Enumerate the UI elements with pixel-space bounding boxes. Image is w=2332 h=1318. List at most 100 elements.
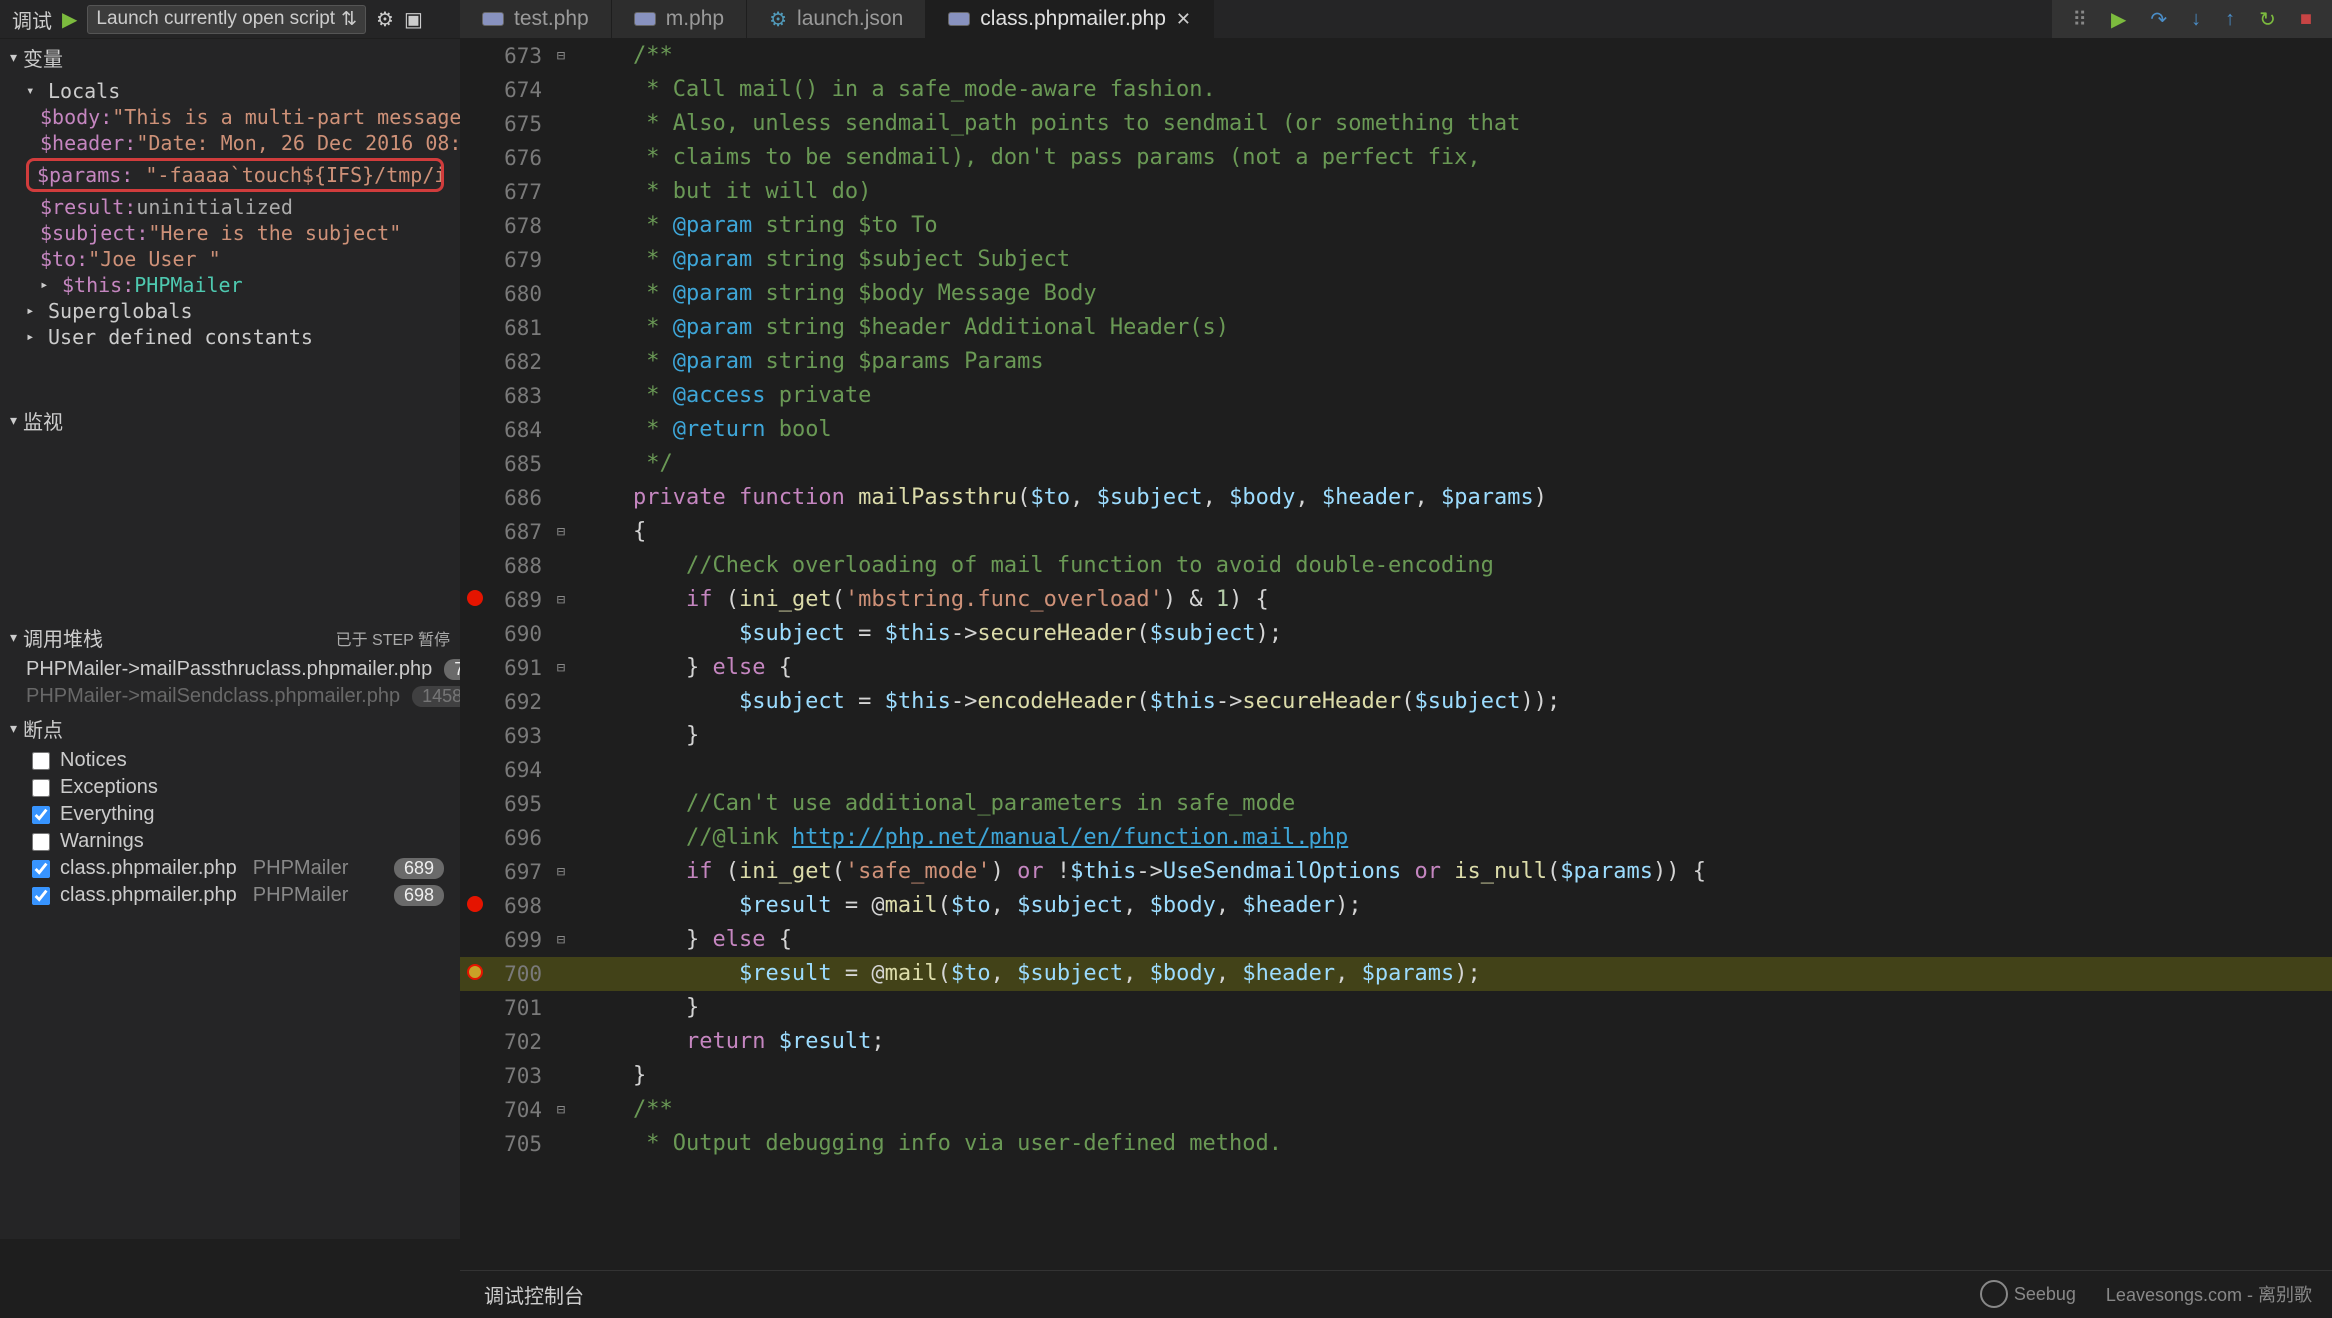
code-content: } else { — [572, 651, 792, 685]
code-content: * @param string $body Message Body — [572, 277, 1097, 311]
close-icon[interactable]: ✕ — [1176, 9, 1191, 30]
code-content: $result = @mail($to, $subject, $body, $h… — [572, 957, 1481, 991]
code-line-695[interactable]: 695 //Can't use additional_parameters in… — [460, 787, 2332, 821]
breakpoint-item[interactable]: Notices — [0, 747, 460, 774]
breakpoint-label: Everything — [60, 803, 155, 826]
json-icon: ⚙ — [769, 7, 787, 32]
fold-gutter[interactable]: ⊟ — [550, 39, 572, 73]
callstack-section-header[interactable]: ▾ 调用堆栈 已于 STEP 暂停 — [0, 619, 460, 656]
step-over-icon[interactable]: ↷ — [2150, 7, 2167, 32]
code-line-673[interactable]: 673⊟ /** — [460, 39, 2332, 73]
code-line-688[interactable]: 688 //Check overloading of mail function… — [460, 549, 2332, 583]
code-line-701[interactable]: 701 } — [460, 991, 2332, 1025]
tab-launch-json[interactable]: ⚙launch.json — [747, 0, 926, 38]
credit-text: Leavesongs.com - 离别歌 — [2106, 1281, 2312, 1307]
variable-body[interactable]: $body: "This is a multi-part message in … — [0, 104, 460, 130]
breakpoint-checkbox[interactable] — [32, 833, 50, 851]
code-line-681[interactable]: 681 * @param string $header Additional H… — [460, 311, 2332, 345]
code-line-703[interactable]: 703 } — [460, 1059, 2332, 1093]
code-line-694[interactable]: 694 — [460, 753, 2332, 787]
code-line-682[interactable]: 682 * @param string $params Params — [460, 345, 2332, 379]
continue-icon[interactable]: ▶ — [2111, 7, 2126, 32]
code-editor[interactable]: 673⊟ /**674 * Call mail() in a safe_mode… — [460, 39, 2332, 1239]
code-line-676[interactable]: 676 * claims to be sendmail), don't pass… — [460, 141, 2332, 175]
breakpoint-item[interactable]: Everything — [0, 801, 460, 828]
breakpoint-checkbox[interactable] — [32, 860, 50, 878]
code-content: if (ini_get('safe_mode') or !$this->UseS… — [572, 855, 1706, 889]
variable-header[interactable]: $header: "Date: Mon, 26 Dec 2016 08:47:5… — [0, 130, 460, 156]
gear-icon[interactable]: ⚙ — [376, 7, 394, 32]
variable-result[interactable]: $result: uninitialized — [0, 194, 460, 220]
callstack-frame[interactable]: PHPMailer->mailPassthruclass.phpmailer.p… — [0, 656, 460, 683]
code-line-674[interactable]: 674 * Call mail() in a safe_mode-aware f… — [460, 73, 2332, 107]
step-into-icon[interactable]: ↓ — [2191, 8, 2201, 31]
code-line-692[interactable]: 692 $subject = $this->encodeHeader($this… — [460, 685, 2332, 719]
code-line-698[interactable]: 698 $result = @mail($to, $subject, $body… — [460, 889, 2332, 923]
step-out-icon[interactable]: ↑ — [2225, 8, 2235, 31]
breakpoint-checkbox[interactable] — [32, 806, 50, 824]
breakpoint-gutter[interactable] — [460, 957, 490, 991]
variable-subject[interactable]: $subject: "Here is the subject" — [0, 220, 460, 246]
breakpoint-gutter[interactable] — [460, 583, 490, 617]
fold-gutter[interactable]: ⊟ — [550, 1093, 572, 1127]
fold-gutter[interactable]: ⊟ — [550, 923, 572, 957]
breakpoints-section-header[interactable]: ▾ 断点 — [0, 710, 460, 747]
userconst-group[interactable]: ▸ User defined constants — [0, 324, 460, 350]
code-line-697[interactable]: 697⊟ if (ini_get('safe_mode') or !$this-… — [460, 855, 2332, 889]
code-line-686[interactable]: 686 private function mailPassthru($to, $… — [460, 481, 2332, 515]
restart-icon[interactable]: ↻ — [2259, 7, 2276, 32]
fold-gutter[interactable]: ⊟ — [550, 583, 572, 617]
breakpoint-item[interactable]: Warnings — [0, 828, 460, 855]
line-number: 674 — [490, 73, 550, 107]
breakpoint-checkbox[interactable] — [32, 887, 50, 905]
fold-gutter[interactable]: ⊟ — [550, 651, 572, 685]
tab-m-php[interactable]: m.php — [612, 0, 747, 38]
code-line-700[interactable]: 700 $result = @mail($to, $subject, $body… — [460, 957, 2332, 991]
code-content: { — [572, 515, 646, 549]
code-line-678[interactable]: 678 * @param string $to To — [460, 209, 2332, 243]
tab-test-php[interactable]: test.php — [460, 0, 612, 38]
code-line-702[interactable]: 702 return $result; — [460, 1025, 2332, 1059]
fold-gutter[interactable]: ⊟ — [550, 855, 572, 889]
tab-class-phpmailer-php[interactable]: class.phpmailer.php✕ — [926, 0, 1214, 38]
code-line-696[interactable]: 696 //@link http://php.net/manual/en/fun… — [460, 821, 2332, 855]
variable-params[interactable]: $params: "-faaaa`touch${IFS}/tmp/id`aaa@… — [26, 158, 444, 192]
breakpoint-gutter[interactable] — [460, 889, 490, 923]
code-line-680[interactable]: 680 * @param string $body Message Body — [460, 277, 2332, 311]
code-line-691[interactable]: 691⊟ } else { — [460, 651, 2332, 685]
code-line-687[interactable]: 687⊟ { — [460, 515, 2332, 549]
drag-handle-icon[interactable]: ⠿ — [2072, 7, 2087, 32]
debug-console-icon[interactable]: ▣ — [404, 7, 423, 32]
debug-controls-left: 调试 ▶ Launch currently open script ⇅ ⚙ ▣ — [0, 0, 460, 38]
locals-group[interactable]: ▾ Locals — [0, 78, 460, 104]
code-line-684[interactable]: 684 * @return bool — [460, 413, 2332, 447]
variable-to[interactable]: $to: "Joe User " — [0, 246, 460, 272]
superglobals-group[interactable]: ▸ Superglobals — [0, 298, 460, 324]
launch-config-select[interactable]: Launch currently open script ⇅ — [87, 5, 366, 34]
breakpoint-item[interactable]: Exceptions — [0, 774, 460, 801]
code-line-677[interactable]: 677 * but it will do) — [460, 175, 2332, 209]
callstack-frame[interactable]: PHPMailer->mailSendclass.phpmailer.php14… — [0, 683, 460, 710]
code-line-689[interactable]: 689⊟ if (ini_get('mbstring.func_overload… — [460, 583, 2332, 617]
code-line-685[interactable]: 685 */ — [460, 447, 2332, 481]
code-line-675[interactable]: 675 * Also, unless sendmail_path points … — [460, 107, 2332, 141]
code-line-699[interactable]: 699⊟ } else { — [460, 923, 2332, 957]
code-content: } else { — [572, 923, 792, 957]
fold-gutter[interactable]: ⊟ — [550, 515, 572, 549]
watch-section-header[interactable]: ▾ 监视 — [0, 402, 460, 439]
code-line-683[interactable]: 683 * @access private — [460, 379, 2332, 413]
breakpoint-item[interactable]: class.phpmailer.phpPHPMailer698 — [0, 882, 460, 909]
start-debug-icon[interactable]: ▶ — [62, 7, 77, 32]
stop-icon[interactable]: ■ — [2300, 8, 2312, 31]
variables-section-header[interactable]: ▾ 变量 — [0, 39, 460, 76]
breakpoint-item[interactable]: class.phpmailer.phpPHPMailer689 — [0, 855, 460, 882]
code-line-679[interactable]: 679 * @param string $subject Subject — [460, 243, 2332, 277]
breakpoint-checkbox[interactable] — [32, 779, 50, 797]
breakpoint-checkbox[interactable] — [32, 752, 50, 770]
code-line-693[interactable]: 693 } — [460, 719, 2332, 753]
code-line-705[interactable]: 705 * Output debugging info via user-def… — [460, 1127, 2332, 1161]
superglobals-label: Superglobals — [48, 299, 193, 323]
code-line-704[interactable]: 704⊟ /** — [460, 1093, 2332, 1127]
code-line-690[interactable]: 690 $subject = $this->secureHeader($subj… — [460, 617, 2332, 651]
variable-this[interactable]: ▸$this: PHPMailer — [0, 272, 460, 298]
